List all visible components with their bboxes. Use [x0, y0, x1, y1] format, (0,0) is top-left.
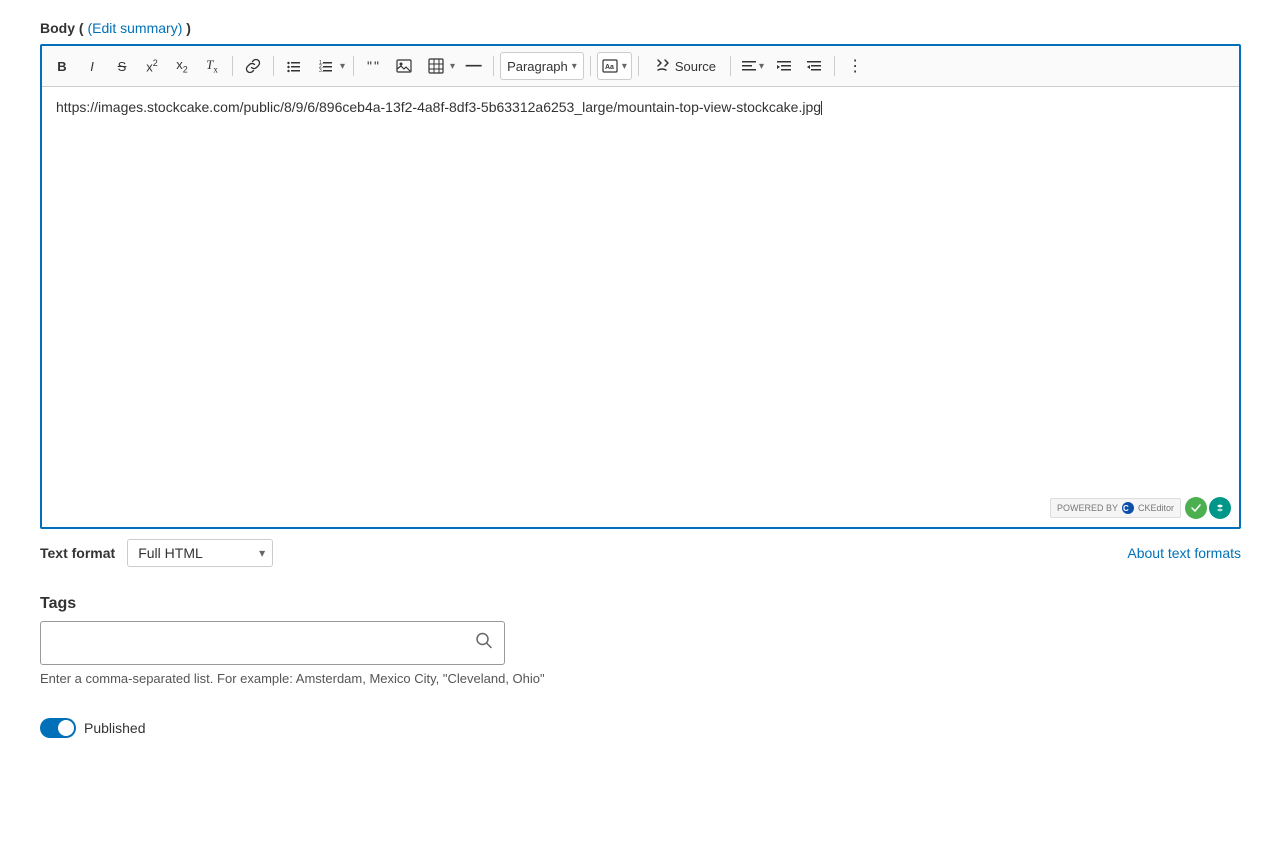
ordered-list-button[interactable]: 1. 2. 3. — [312, 52, 340, 80]
published-label: Published — [84, 720, 146, 736]
blockquote-button[interactable]: " " — [360, 52, 388, 80]
svg-text:": " — [374, 58, 379, 74]
body-label: Body ( (Edit summary) ) — [40, 20, 1241, 36]
more-options-button[interactable]: ⋮ — [841, 52, 869, 80]
about-text-formats-link[interactable]: About text formats — [1127, 545, 1241, 561]
strikethrough-button[interactable]: S — [108, 52, 136, 80]
italic-label: I — [90, 59, 94, 74]
format-style-chevron: ▾ — [622, 61, 627, 72]
ordered-list-chevron: ▾ — [340, 61, 345, 72]
link-icon — [245, 58, 261, 74]
ckeditor-icon-teal — [1209, 497, 1231, 519]
editor-content-area[interactable]: https://images.stockcake.com/public/8/9/… — [42, 87, 1239, 527]
text-format-label: Text format — [40, 545, 115, 561]
separator-1 — [232, 56, 233, 76]
clear-format-button[interactable]: Tx — [198, 52, 226, 80]
separator-5 — [590, 56, 591, 76]
source-icon — [653, 57, 671, 75]
ck-teal-icon — [1213, 501, 1227, 515]
italic-button[interactable]: I — [78, 52, 106, 80]
link-button[interactable] — [239, 52, 267, 80]
edit-summary-link[interactable]: (Edit summary) — [87, 20, 182, 36]
ckeditor-logo-icon: C — [1121, 501, 1135, 515]
strike-label: S — [118, 59, 127, 74]
paragraph-dropdown[interactable]: Paragraph ▾ — [500, 52, 584, 80]
align-chevron: ▾ — [759, 61, 764, 72]
ordered-list-icon: 1. 2. 3. — [318, 58, 334, 74]
table-chevron: ▾ — [450, 61, 455, 72]
indent-button[interactable] — [770, 52, 798, 80]
align-dropdown[interactable]: ▾ — [737, 55, 768, 77]
text-format-select-wrapper: Full HTML Basic HTML Restricted HTML Pla… — [127, 539, 273, 567]
outdent-icon — [806, 58, 822, 74]
separator-6 — [638, 56, 639, 76]
editor-wrapper: B I S x2 x2 Tx — [40, 44, 1241, 529]
text-cursor — [821, 101, 822, 115]
tags-section: Tags Enter a comma-separated list. For e… — [40, 595, 1241, 686]
unordered-list-icon — [286, 58, 302, 74]
published-row: Published — [40, 718, 1241, 738]
source-button[interactable]: Source — [645, 52, 724, 80]
svg-text:3.: 3. — [319, 68, 323, 74]
separator-2 — [273, 56, 274, 76]
format-style-icon: Aa — [602, 58, 618, 74]
svg-text:": " — [367, 58, 372, 74]
unordered-list-button[interactable] — [280, 52, 308, 80]
tags-input[interactable] — [40, 621, 505, 665]
clear-format-label: Tx — [206, 57, 218, 75]
separator-8 — [834, 56, 835, 76]
text-format-select[interactable]: Full HTML Basic HTML Restricted HTML Pla… — [127, 539, 273, 567]
body-text: Body — [40, 20, 75, 36]
search-icon — [475, 632, 493, 655]
superscript-label: x2 — [146, 58, 158, 74]
subscript-button[interactable]: x2 — [168, 52, 196, 80]
divider-label: — — [466, 57, 481, 75]
subscript-exp: 2 — [183, 65, 188, 75]
paragraph-chevron: ▾ — [572, 61, 577, 72]
subscript-label: x2 — [176, 57, 188, 75]
separator-3 — [353, 56, 354, 76]
editor-text: https://images.stockcake.com/public/8/9/… — [56, 99, 821, 115]
svg-text:Aa: Aa — [605, 64, 614, 71]
ckeditor-powered-label: POWERED BY C CKEditor — [1050, 498, 1181, 518]
text-format-row: Text format Full HTML Basic HTML Restric… — [40, 539, 1241, 567]
text-format-left: Text format Full HTML Basic HTML Restric… — [40, 539, 273, 567]
table-icon — [428, 58, 444, 74]
separator-7 — [730, 56, 731, 76]
source-label: Source — [675, 59, 716, 74]
indent-icon — [776, 58, 792, 74]
svg-text:C: C — [1123, 504, 1129, 513]
tags-hint: Enter a comma-separated list. For exampl… — [40, 671, 1241, 686]
ckeditor-icons — [1185, 497, 1231, 519]
editor-toolbar: B I S x2 x2 Tx — [42, 46, 1239, 87]
superscript-button[interactable]: x2 — [138, 52, 166, 80]
superscript-exp: 2 — [153, 58, 158, 68]
divider-button[interactable]: — — [459, 52, 487, 80]
align-icon — [741, 58, 757, 74]
ckeditor-badge: POWERED BY C CKEditor — [1050, 497, 1231, 519]
image-icon — [396, 58, 412, 74]
ck-green-icon — [1189, 501, 1203, 515]
ckeditor-icon-green — [1185, 497, 1207, 519]
format-style-dropdown[interactable]: Aa ▾ — [597, 52, 632, 80]
publish-toggle[interactable] — [40, 718, 76, 738]
tags-input-wrapper — [40, 621, 505, 665]
table-dropdown[interactable]: ▾ — [420, 50, 457, 82]
separator-4 — [493, 56, 494, 76]
outdent-button[interactable] — [800, 52, 828, 80]
more-label: ⋮ — [847, 56, 863, 76]
ckeditor-brand-text: CKEditor — [1138, 503, 1174, 513]
ordered-list-dropdown[interactable]: 1. 2. 3. ▾ — [310, 50, 347, 82]
blockquote-icon: " " — [366, 58, 382, 74]
powered-by-text: POWERED BY — [1057, 503, 1118, 513]
table-button[interactable] — [422, 52, 450, 80]
tags-label: Tags — [40, 595, 1241, 613]
paragraph-label: Paragraph — [507, 59, 568, 74]
image-button[interactable] — [390, 52, 418, 80]
bold-button[interactable]: B — [48, 52, 76, 80]
